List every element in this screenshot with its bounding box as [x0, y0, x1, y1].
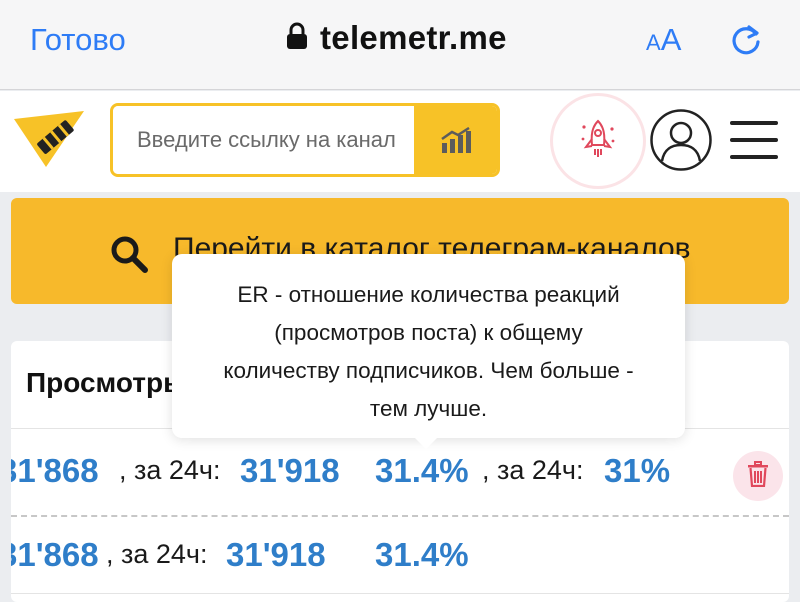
er-value: 31.4% [375, 452, 469, 489]
channel-search [110, 103, 500, 177]
tooltip-line: тем лучше. [369, 396, 488, 421]
address-bar[interactable]: telemetr.me [286, 19, 507, 57]
reload-icon[interactable] [726, 20, 766, 60]
views-24h-label: , за 24ч: [106, 539, 208, 569]
chart-up-icon[interactable] [414, 106, 497, 174]
views-value: 31'868 [11, 452, 99, 489]
delete-button[interactable] [733, 451, 783, 501]
views-24h-value: 31'918 [226, 536, 326, 573]
done-button[interactable]: Готово [30, 22, 126, 58]
er-value: 31.4% [375, 536, 469, 573]
hamburger-menu-icon[interactable] [730, 121, 778, 161]
text-size-button[interactable]: AA [646, 22, 681, 58]
divider [11, 593, 789, 594]
views-value: 31'868 [11, 536, 99, 573]
stats-row: 31'868 , за 24ч: 31'918 31.4% [11, 517, 789, 599]
lock-icon [286, 22, 308, 55]
site-header [0, 91, 800, 192]
tooltip-line: (просмотров поста) к общему [274, 320, 583, 345]
channel-search-input[interactable] [113, 106, 418, 174]
url-text: telemetr.me [320, 19, 507, 56]
tooltip-arrow [413, 436, 439, 449]
stats-row: 31'868 , за 24ч: 31'918 31.4% , за 24ч: … [11, 430, 789, 512]
card-title: Просмотры [26, 367, 188, 398]
search-icon [109, 234, 149, 274]
trash-icon [747, 460, 769, 492]
rocket-icon [580, 119, 616, 164]
text-size-small: A [646, 30, 661, 55]
browser-toolbar: Готово telemetr.me AA [0, 0, 800, 90]
user-avatar-icon[interactable] [650, 109, 712, 171]
er-24h-value: 31% [604, 452, 671, 489]
promo-button[interactable] [553, 96, 643, 186]
text-size-large: A [660, 22, 682, 57]
er-24h-label: , за 24ч: [482, 455, 584, 485]
tooltip-line: количеству подписчиков. Чем больше - [223, 358, 634, 383]
views-24h-label: , за 24ч: [119, 455, 221, 485]
views-24h-value: 31'918 [240, 452, 340, 489]
er-tooltip: ER - отношение количества реакций (просм… [172, 254, 685, 438]
tooltip-line: ER - отношение количества реакций [237, 282, 620, 307]
telemetr-logo[interactable] [14, 111, 90, 167]
